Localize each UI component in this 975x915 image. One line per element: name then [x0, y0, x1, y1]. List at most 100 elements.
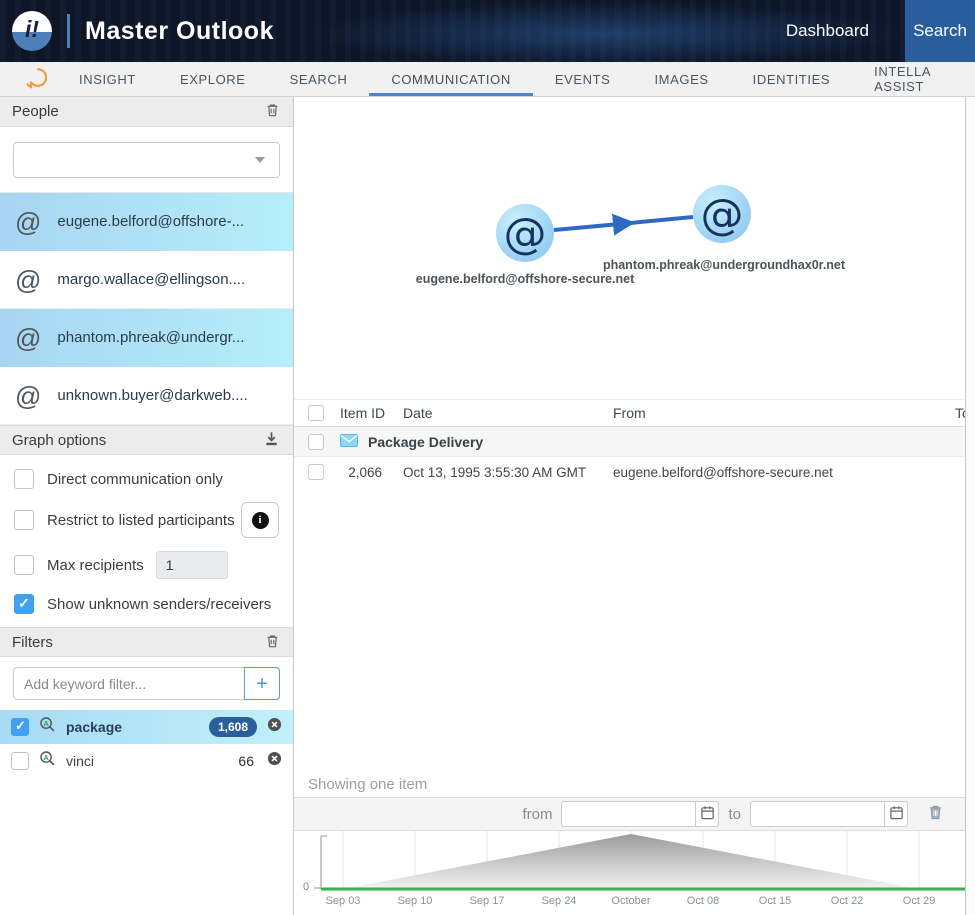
app-window: i! Master Outlook Dashboard Search INSIG… — [0, 0, 975, 915]
timeline-chart[interactable]: 0 Sep 03 Sep 10 Sep 17 Sep 24 October Oc… — [294, 831, 965, 915]
tick-label: Oct 08 — [687, 895, 719, 907]
remove-icon[interactable] — [267, 751, 282, 771]
people-clear-button[interactable] — [264, 101, 281, 122]
show-unknown-label: Show unknown senders/receivers — [47, 596, 271, 613]
keyword-filter-input[interactable] — [13, 667, 244, 700]
graph-options-header: Graph options — [0, 425, 293, 455]
trash-icon — [266, 103, 279, 120]
column-item-id[interactable]: Item ID — [340, 405, 400, 421]
max-recipients-input[interactable] — [156, 551, 228, 579]
keyword-search-icon: A — [39, 716, 56, 738]
keyword-filter-row: + — [13, 667, 280, 700]
column-to[interactable]: To — [952, 405, 965, 421]
from-calendar-button[interactable] — [695, 801, 719, 827]
person-label: unknown.buyer@darkweb.... — [57, 387, 247, 404]
option-restrict-participants: Restrict to listed participants i — [0, 502, 293, 538]
filter-checkbox[interactable] — [11, 752, 29, 770]
filters-clear-button[interactable] — [264, 632, 281, 653]
people-select[interactable] — [13, 142, 280, 178]
restrict-participants-checkbox[interactable] — [14, 510, 34, 530]
group-label: Package Delivery — [368, 434, 965, 450]
person-item[interactable]: @ eugene.belford@offshore-... — [0, 193, 293, 251]
people-title: People — [12, 103, 59, 120]
filters-section-header: Filters — [0, 627, 293, 657]
tab-search[interactable]: SEARCH — [268, 62, 370, 96]
person-item[interactable]: @ unknown.buyer@darkweb.... — [0, 367, 293, 425]
person-item[interactable]: @ phantom.phreak@undergr... — [0, 309, 293, 367]
dashboard-link[interactable]: Dashboard — [786, 21, 869, 41]
at-icon: @ — [15, 383, 41, 409]
tab-communication[interactable]: COMMUNICATION — [369, 62, 533, 96]
tab-intella-assist[interactable]: INTELLA ASSIST — [852, 62, 975, 96]
max-recipients-checkbox[interactable] — [14, 555, 34, 575]
tab-identities[interactable]: IDENTITIES — [731, 62, 853, 96]
to-calendar-button[interactable] — [884, 801, 908, 827]
row-checkbox[interactable] — [308, 464, 324, 480]
cell-date: Oct 13, 1995 3:55:30 AM GMT — [400, 465, 610, 480]
svg-text:A: A — [43, 719, 49, 728]
main-tabbar: INSIGHT EXPLORE SEARCH COMMUNICATION EVE… — [0, 62, 975, 97]
person-label: eugene.belford@offshore-... — [57, 213, 244, 230]
status-text: Showing one item — [308, 776, 427, 793]
calendar-icon — [889, 805, 904, 823]
tab-events[interactable]: EVENTS — [533, 62, 633, 96]
app-logo-icon: i! — [12, 11, 52, 51]
vertical-scrollbar[interactable] — [965, 97, 975, 915]
timeline-svg — [294, 831, 965, 893]
from-date-input[interactable] — [561, 801, 695, 827]
communication-main: @ @ eugene.belford@offshore-secure.net p… — [294, 97, 965, 915]
column-from[interactable]: From — [610, 405, 952, 421]
tick-label: Oct 22 — [831, 895, 863, 907]
restrict-participants-label: Restrict to listed participants — [47, 512, 235, 529]
filter-count-badge: 1,608 — [209, 717, 257, 737]
show-unknown-checkbox[interactable] — [14, 594, 34, 614]
cell-item-id: 2,066 — [340, 465, 400, 480]
graph-edge[interactable] — [554, 217, 693, 230]
column-date[interactable]: Date — [400, 405, 610, 421]
people-section-header: People — [0, 97, 293, 127]
to-date-input[interactable] — [750, 801, 884, 827]
at-icon: @ — [15, 267, 41, 293]
clear-range-button[interactable] — [928, 804, 943, 825]
option-max-recipients: Max recipients — [0, 551, 293, 579]
export-graph-button[interactable] — [262, 429, 281, 451]
date-range-bar: from to — [294, 797, 965, 831]
table-row[interactable]: 2,066 Oct 13, 1995 3:55:30 AM GMT eugene… — [294, 457, 965, 487]
tick-label: Oct 29 — [903, 895, 935, 907]
filter-checkbox[interactable] — [11, 718, 29, 736]
direct-communication-checkbox[interactable] — [14, 469, 34, 489]
svg-text:A: A — [43, 753, 49, 762]
filter-item[interactable]: A vinci 66 — [0, 744, 293, 778]
node-label: phantom.phreak@undergroundhax0r.net — [603, 258, 845, 272]
restrict-info-button[interactable]: i — [241, 502, 279, 538]
filter-label: vinci — [66, 753, 228, 769]
at-icon: @ — [701, 190, 744, 240]
person-head-icon — [26, 62, 47, 96]
people-list: @ eugene.belford@offshore-... @ margo.wa… — [0, 192, 293, 425]
filter-item[interactable]: A package 1,608 — [0, 710, 293, 744]
person-item[interactable]: @ margo.wallace@ellingson.... — [0, 251, 293, 309]
tick-label: Sep 17 — [470, 895, 505, 907]
graph-svg: @ @ — [294, 97, 965, 399]
timeline-zero-label: 0 — [303, 881, 309, 893]
timeline-area — [343, 834, 919, 889]
remove-icon[interactable] — [267, 717, 282, 737]
items-table-header: Item ID Date From To — [294, 399, 965, 427]
status-bar: Showing one item — [294, 771, 965, 797]
download-icon — [264, 431, 279, 449]
tab-images[interactable]: IMAGES — [632, 62, 730, 96]
table-group-row[interactable]: Package Delivery — [294, 427, 965, 457]
select-all-checkbox[interactable] — [308, 405, 324, 421]
search-link[interactable]: Search — [905, 0, 975, 62]
filter-label: package — [66, 719, 199, 735]
calendar-icon — [700, 805, 715, 823]
header-divider — [67, 14, 70, 48]
add-keyword-button[interactable]: + — [244, 667, 280, 700]
group-checkbox[interactable] — [308, 434, 324, 450]
tab-explore[interactable]: EXPLORE — [158, 62, 268, 96]
tab-insight[interactable]: INSIGHT — [57, 62, 158, 96]
at-icon: @ — [15, 325, 41, 351]
tick-label: Sep 03 — [326, 895, 361, 907]
sidebar: People @ eugene.belford@offshore-... — [0, 97, 294, 915]
communication-graph-canvas[interactable]: @ @ eugene.belford@offshore-secure.net p… — [294, 97, 965, 399]
